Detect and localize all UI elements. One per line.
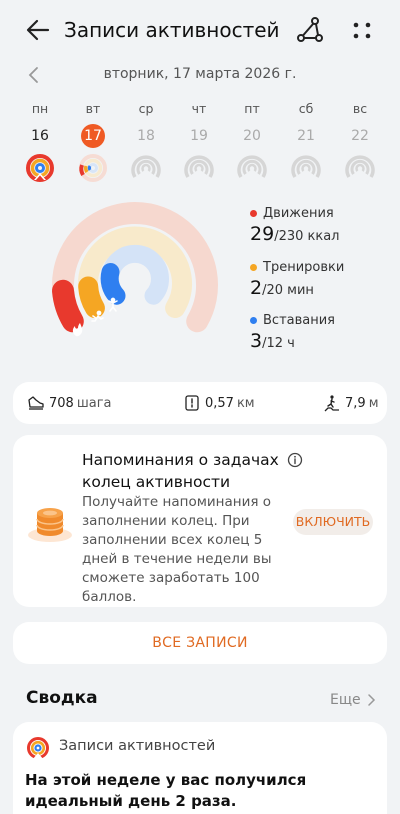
day-rings-empty-icon: [345, 155, 375, 178]
week-strip: пн 16 вт 17 ср 18 чт 19 пт 20 сб 21 вс 2…: [0, 100, 400, 184]
day-rings-icon: [79, 154, 107, 182]
app-bar: Записи активностей: [0, 0, 400, 62]
steps-unit: шага: [76, 395, 112, 411]
day-number: 22: [351, 128, 369, 144]
stand-dot: [250, 317, 257, 324]
summary-more-label: Еще: [330, 692, 361, 708]
climb-metric[interactable]: 7,9 м: [323, 382, 379, 424]
climb-value: 7,9: [345, 395, 366, 411]
move-goal: /230 ккал: [274, 229, 340, 244]
day-of-week: сб: [298, 101, 314, 116]
day-item[interactable]: сб 21: [284, 100, 328, 184]
steps-value: 708: [49, 395, 74, 411]
activity-rings-icon: [27, 737, 49, 760]
more-options-icon[interactable]: [348, 16, 376, 44]
day-item[interactable]: вс 22: [338, 100, 382, 184]
day-rings-empty-icon: [237, 155, 267, 178]
back-arrow-icon[interactable]: [24, 16, 52, 44]
day-number: 16: [31, 128, 49, 144]
day-item[interactable]: чт 19: [177, 100, 221, 184]
day-item[interactable]: пт 20: [230, 100, 274, 184]
coins-reward-icon: [28, 508, 72, 542]
summary-card-title: Записи активностей: [59, 738, 216, 754]
stand-stat[interactable]: Вставания 3/12 ч: [250, 313, 390, 352]
distance-value: 0,57: [205, 395, 234, 411]
day-of-week: чт: [191, 101, 207, 116]
move-value: 29: [250, 223, 275, 245]
exercise-value: 2: [250, 277, 263, 299]
day-number-selected: 17: [81, 124, 105, 148]
exercise-stat[interactable]: Тренировки 2/20 мин: [250, 260, 390, 299]
date-navigator: вторник, 17 марта 2026 г.: [0, 62, 400, 88]
day-rings-empty-icon: [291, 155, 321, 178]
move-stat[interactable]: Движения 29/230 ккал: [250, 206, 390, 245]
distance-icon: [185, 395, 199, 411]
day-of-week: пн: [31, 101, 49, 116]
day-number: 20: [243, 128, 261, 144]
day-of-week: вс: [352, 101, 368, 116]
current-date: вторник, 17 марта 2026 г.: [103, 66, 297, 82]
exercise-goal: /20 мин: [262, 283, 314, 298]
distance-unit: км: [236, 395, 255, 411]
move-label: Движения: [263, 206, 334, 221]
day-item[interactable]: вт 17: [71, 100, 115, 184]
reminder-description: Получайте напоминания о заполнении колец…: [82, 494, 272, 605]
day-rings-empty-icon: [184, 155, 214, 178]
summary-heading: Сводка: [26, 688, 98, 708]
chevron-right-icon: [367, 694, 375, 706]
exercise-dot: [250, 264, 257, 271]
day-number: 21: [297, 128, 315, 144]
all-records-button[interactable]: ВСЕ ЗАПИСИ: [13, 622, 387, 664]
stand-value: 3: [250, 330, 263, 352]
ring-reminder-card: Напоминания о задачах колец активности П…: [13, 435, 387, 607]
day-item[interactable]: пн 16: [18, 100, 62, 184]
day-rings-empty-icon: [131, 155, 161, 178]
distance-metric[interactable]: 0,57 км: [183, 382, 255, 424]
stand-goal: /12 ч: [262, 336, 295, 351]
summary-card-text: На этой неделе у вас получился идеальный…: [25, 771, 307, 810]
stand-label: Вставания: [263, 313, 336, 328]
metrics-card: 708 шага 0,57 км 7,9 м: [13, 382, 387, 424]
day-number: 19: [190, 128, 208, 144]
activity-rings[interactable]: [50, 200, 220, 360]
info-icon[interactable]: [287, 452, 303, 468]
day-rings-icon: [26, 154, 54, 182]
reminder-title: Напоминания о задачах колец активности: [82, 451, 279, 491]
page-title: Записи активностей: [64, 18, 280, 42]
climb-unit: м: [368, 395, 379, 411]
steps-metric[interactable]: 708 шага: [27, 382, 112, 424]
day-of-week: ср: [138, 101, 154, 116]
day-item[interactable]: ср 18: [124, 100, 168, 184]
share-icon[interactable]: [296, 16, 324, 44]
summary-card[interactable]: Записи активностей На этой неделе у вас …: [13, 722, 387, 814]
shoe-icon: [28, 396, 44, 410]
exercise-label: Тренировки: [263, 260, 345, 275]
ring-stats: Движения 29/230 ккал Тренировки 2/20 мин…: [250, 200, 390, 360]
day-of-week: пт: [244, 101, 260, 116]
day-of-week: вт: [85, 101, 101, 116]
enable-button[interactable]: ВКЛЮЧИТЬ: [293, 509, 373, 535]
climb-icon: [324, 395, 339, 412]
day-number: 18: [137, 128, 155, 144]
move-dot: [250, 210, 257, 217]
summary-more-link[interactable]: Еще: [330, 692, 377, 708]
